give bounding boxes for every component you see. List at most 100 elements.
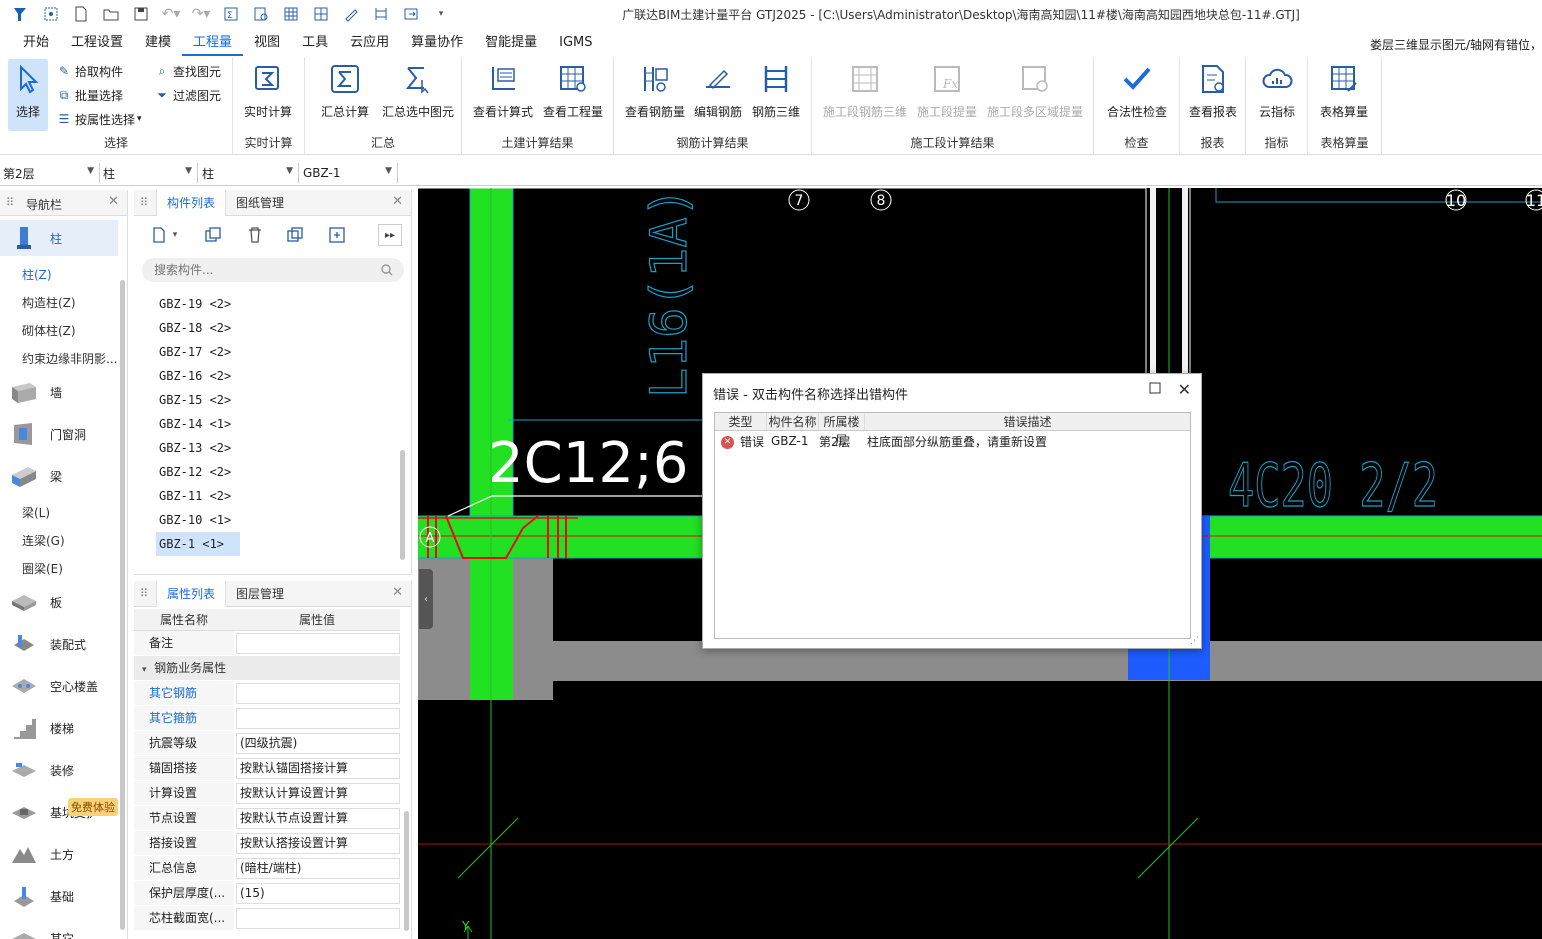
property-value-field[interactable]: (四级抗震) [236, 733, 400, 754]
property-value-field[interactable]: 按默认计算设置计算 [236, 783, 400, 804]
menu-smart-takeoff[interactable]: 智能提量 [474, 30, 548, 56]
component-scrollbar[interactable] [400, 450, 405, 560]
drag-handle-icon[interactable]: ⠿ [6, 196, 14, 209]
pick-component-button[interactable]: ✎ 拾取构件 [56, 60, 123, 82]
resize-grip-icon[interactable]: ⋰ [1190, 636, 1199, 646]
tab-property-list[interactable]: 属性列表 [156, 581, 227, 607]
nav-category-door-window[interactable]: 门窗洞 [0, 416, 118, 452]
select-by-attribute-button[interactable]: ☰ 按属性选择 ▾ [56, 108, 142, 130]
list-item[interactable]: GBZ-12 <2> [156, 460, 396, 484]
view-formula-button[interactable]: 查看计算式 [470, 59, 536, 131]
list-item[interactable]: GBZ-15 <2> [156, 388, 396, 412]
summary-calc-button[interactable]: 汇总计算 [315, 59, 375, 131]
tab-layer-management[interactable]: 图层管理 [226, 581, 294, 607]
menu-project-settings[interactable]: 工程设置 [60, 30, 134, 56]
list-item[interactable]: GBZ-16 <2> [156, 364, 396, 388]
menu-tools[interactable]: 工具 [291, 30, 339, 56]
list-item[interactable]: GBZ-19 <2> [156, 292, 396, 316]
menu-start[interactable]: 开始 [12, 30, 60, 56]
nav-category-hollow-floor[interactable]: 空心楼盖 [0, 668, 118, 704]
drag-handle-icon[interactable]: ⠿ [140, 587, 148, 600]
view-report-button[interactable]: 查看报表 [1183, 59, 1243, 131]
property-value-field[interactable]: (15) [236, 883, 400, 904]
property-value-field[interactable]: (暗柱/端柱) [236, 858, 400, 879]
select-button[interactable]: 选择 [8, 59, 48, 131]
tab-component-list[interactable]: 构件列表 [156, 190, 227, 216]
menu-collaboration[interactable]: 算量协作 [400, 30, 474, 56]
delete-icon[interactable] [242, 222, 268, 248]
nav-category-foundation[interactable]: 基础 [0, 878, 118, 914]
property-value-field[interactable]: 按默认节点设置计算 [236, 808, 400, 829]
find-element-button[interactable]: ⌕ 查找图元 [154, 60, 221, 82]
property-value-field[interactable] [236, 633, 400, 654]
nav-category-slab[interactable]: 板 [0, 584, 118, 620]
property-section-rebar[interactable]: ▾ 钢筋业务属性 [134, 656, 400, 681]
summary-selected-button[interactable]: 汇总选中图元 [382, 59, 454, 131]
list-item-selected[interactable]: GBZ-1 <1> [156, 532, 240, 556]
search-icon[interactable] [380, 263, 394, 277]
menu-modeling[interactable]: 建模 [134, 30, 182, 56]
copy-component-icon[interactable] [200, 222, 226, 248]
rebar-right-annotation[interactable]: 4C20 2/2 [1227, 450, 1438, 521]
property-value-field[interactable]: 按默认搭接设置计算 [236, 833, 400, 854]
close-icon[interactable]: ✕ [108, 194, 119, 209]
layer-copy-icon[interactable] [324, 222, 350, 248]
rebar-annotation[interactable]: 2C12;6 [488, 431, 688, 496]
maximize-icon[interactable] [1149, 382, 1163, 396]
component-search-input[interactable] [142, 258, 404, 282]
duplicate-icon[interactable] [282, 222, 308, 248]
category-select[interactable]: 柱 ▼ [100, 163, 198, 183]
nav-sub-coupling-beam[interactable]: 连梁(G) [22, 532, 122, 549]
type-select[interactable]: 柱 ▼ [199, 163, 299, 183]
nav-category-prefab[interactable]: 装配式 [0, 626, 118, 662]
nav-sub-boundary-column[interactable]: 约束边缘非阴影... [22, 350, 122, 367]
nav-scrollbar[interactable] [120, 280, 125, 930]
nav-sub-beam[interactable]: 梁(L) [22, 504, 122, 521]
list-item[interactable]: GBZ-18 <2> [156, 316, 396, 340]
stage-rebar-3d-button[interactable]: 施工段钢筋三维 [822, 59, 908, 131]
property-value-field[interactable] [236, 708, 400, 729]
view-quantity-button[interactable]: 查看工程量 [540, 59, 606, 131]
filter-element-button[interactable]: ⏷ 过滤图元 [154, 84, 221, 106]
panel-collapse-handle[interactable]: ‹ [419, 569, 433, 629]
floor-select[interactable]: 第2层 ▼ [0, 163, 100, 183]
list-item[interactable]: GBZ-13 <2> [156, 436, 396, 460]
menu-view[interactable]: 视图 [243, 30, 291, 56]
nav-sub-ring-beam[interactable]: 圈梁(E) [22, 560, 122, 577]
nav-category-earthwork[interactable]: 土方 [0, 836, 118, 872]
realtime-calc-button[interactable]: 实时计算 [238, 59, 298, 131]
list-item[interactable]: GBZ-10 <1> [156, 508, 396, 532]
rebar-3d-button[interactable]: 钢筋三维 [746, 59, 806, 131]
close-icon[interactable]: ✕ [392, 585, 403, 600]
table-takeoff-button[interactable]: 表格算量 [1314, 59, 1374, 131]
list-item[interactable]: GBZ-17 <2> [156, 340, 396, 364]
property-value-field[interactable] [236, 908, 400, 929]
nav-sub-masonry-column[interactable]: 砌体柱(Z) [22, 322, 122, 339]
list-item[interactable]: GBZ-14 <1> [156, 412, 396, 436]
menu-quantity[interactable]: 工程量 [182, 30, 244, 56]
nav-category-beam[interactable]: 梁 [0, 458, 118, 494]
nav-category-other[interactable]: 其它 [0, 920, 118, 939]
trial-badge[interactable]: 免费体验 [68, 798, 118, 816]
edit-rebar-button[interactable]: 编辑钢筋 [688, 59, 748, 131]
property-value-field[interactable] [236, 683, 400, 704]
close-icon[interactable]: ✕ [392, 194, 403, 209]
close-icon[interactable]: ✕ [1178, 380, 1191, 399]
stage-takeoff-button[interactable]: Fx 施工段提量 [916, 59, 978, 131]
nav-category-stairs[interactable]: 楼梯 [0, 710, 118, 746]
menu-cloud-apps[interactable]: 云应用 [339, 30, 400, 56]
nav-category-decoration[interactable]: 装修 [0, 752, 118, 788]
list-item[interactable]: GBZ-11 <2> [156, 484, 396, 508]
legality-check-button[interactable]: 合法性检查 [1098, 59, 1176, 131]
cloud-index-button[interactable]: 云指标 [1247, 59, 1307, 131]
nav-sub-constructional-column[interactable]: 构造柱(Z) [22, 294, 122, 311]
drag-handle-icon[interactable]: ⠿ [140, 196, 148, 209]
nav-sub-column[interactable]: 柱(Z) [22, 266, 122, 283]
view-rebar-button[interactable]: 查看钢筋量 [622, 59, 688, 131]
property-value-field[interactable]: 按默认锚固搭接计算 [236, 758, 400, 779]
batch-select-button[interactable]: ⧉ 批量选择 [56, 84, 123, 106]
nav-category-column[interactable]: 柱 [0, 220, 118, 256]
beam-annotation[interactable]: L16(1A) [639, 188, 698, 399]
tab-drawing-management[interactable]: 图纸管理 [226, 190, 294, 216]
chevron-down-icon[interactable]: ▾ [168, 222, 182, 248]
